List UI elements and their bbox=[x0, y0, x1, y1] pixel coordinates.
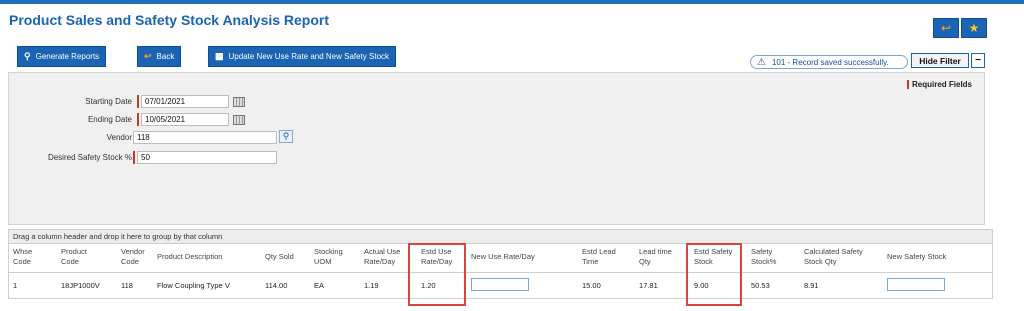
col-qty-sold[interactable]: Qty Sold bbox=[265, 252, 294, 262]
cell-vendor-code: 118 bbox=[121, 281, 133, 290]
update-label: Update New Use Rate and New Safety Stock bbox=[228, 52, 390, 61]
back-shortcut-button[interactable]: ↩ bbox=[933, 18, 959, 38]
col-vendor-code[interactable]: Vendor Code bbox=[121, 247, 145, 267]
starting-date-label: Starting Date bbox=[85, 97, 132, 106]
cell-product-code: 18JP1000V bbox=[61, 281, 100, 290]
update-button[interactable]: ▩ Update New Use Rate and New Safety Sto… bbox=[208, 46, 397, 67]
col-stocking-uom[interactable]: Stocking UOM bbox=[314, 247, 343, 267]
favorite-button[interactable]: ★ bbox=[961, 18, 987, 38]
required-marker bbox=[137, 113, 139, 126]
collapse-button[interactable]: − bbox=[971, 53, 985, 68]
hide-filter-button[interactable]: Hide Filter bbox=[911, 53, 969, 68]
cell-estd-lead-time: 15.00 bbox=[582, 281, 601, 290]
col-estd-lead-time[interactable]: Estd Lead Time bbox=[582, 247, 616, 267]
cell-qty-sold: 114.00 bbox=[265, 281, 288, 290]
save-icon: ▩ bbox=[215, 51, 224, 61]
back-arrow-icon: ↩ bbox=[940, 21, 952, 35]
col-calculated-safety-stock[interactable]: Calculated Safety Stock Qty bbox=[804, 247, 863, 267]
highlight-estd-safety-stock bbox=[686, 243, 742, 306]
star-icon: ★ bbox=[968, 21, 980, 35]
col-actual-use-rate[interactable]: Actual Use Rate/Day bbox=[364, 247, 400, 267]
top-accent-bar bbox=[0, 0, 1024, 4]
cell-safety-stock-pct: 50.53 bbox=[751, 281, 770, 290]
calendar-icon[interactable] bbox=[233, 97, 245, 107]
calendar-icon[interactable] bbox=[233, 115, 245, 125]
group-hint: Drag a column header and drop it here to… bbox=[9, 230, 992, 244]
desired-safety-input[interactable]: 50 bbox=[137, 151, 277, 164]
status-notice: ⚠ 101 - Record saved successfully. bbox=[750, 55, 908, 69]
col-product-code[interactable]: Product Code bbox=[61, 247, 87, 267]
header-divider bbox=[9, 272, 992, 273]
starting-date-input[interactable]: 07/01/2021 bbox=[141, 95, 229, 108]
cell-calculated-safety-stock: 8.91 bbox=[804, 281, 819, 290]
results-grid: Drag a column header and drop it here to… bbox=[8, 229, 993, 306]
col-safety-stock-pct[interactable]: Safety Stock% bbox=[751, 247, 776, 267]
cell-actual-use-rate: 1.19 bbox=[364, 281, 379, 290]
back-button[interactable]: ↩ Back bbox=[137, 46, 182, 67]
filter-panel: Required Fields Starting Date 07/01/2021… bbox=[8, 72, 985, 225]
new-safety-stock-input[interactable] bbox=[887, 278, 945, 291]
vendor-label: Vendor bbox=[106, 133, 132, 142]
col-new-use-rate[interactable]: New Use Rate/Day bbox=[471, 252, 535, 262]
cell-whse-code: 1 bbox=[13, 281, 18, 290]
generate-reports-label: Generate Reports bbox=[35, 52, 100, 61]
generate-reports-button[interactable]: ⚲ Generate Reports bbox=[17, 46, 107, 67]
cell-lead-time-qty: 17.81 bbox=[639, 281, 658, 290]
col-lead-time-qty[interactable]: Lead time Qty bbox=[639, 247, 672, 267]
warning-icon: ⚠ bbox=[757, 56, 766, 68]
page-title: Product Sales and Safety Stock Analysis … bbox=[9, 12, 330, 28]
col-new-safety-stock[interactable]: New Safety Stock bbox=[887, 252, 946, 262]
search-report-icon: ⚲ bbox=[24, 51, 31, 61]
ending-date-input[interactable]: 10/05/2021 bbox=[141, 113, 229, 126]
ending-date-label: Ending Date bbox=[87, 115, 132, 124]
cell-stocking-uom: EA bbox=[314, 281, 325, 290]
required-fields-note: Required Fields bbox=[906, 80, 972, 89]
lookup-icon[interactable]: ⚲ bbox=[279, 130, 293, 143]
highlight-estd-use-rate bbox=[408, 243, 466, 306]
new-use-rate-input[interactable] bbox=[471, 278, 529, 291]
cell-product-description: Flow Coupling Type V bbox=[157, 281, 230, 290]
back-label: Back bbox=[156, 52, 175, 61]
required-marker bbox=[137, 95, 139, 108]
vendor-input[interactable]: 118 bbox=[133, 131, 277, 144]
back-icon: ↩ bbox=[144, 51, 152, 61]
required-marker bbox=[133, 151, 135, 164]
desired-safety-label: Desired Safety Stock % bbox=[47, 153, 132, 162]
col-product-description[interactable]: Product Description bbox=[157, 252, 222, 262]
notice-text: 101 - Record saved successfully. bbox=[771, 57, 889, 67]
col-whse-code[interactable]: Whse Code bbox=[13, 247, 32, 267]
